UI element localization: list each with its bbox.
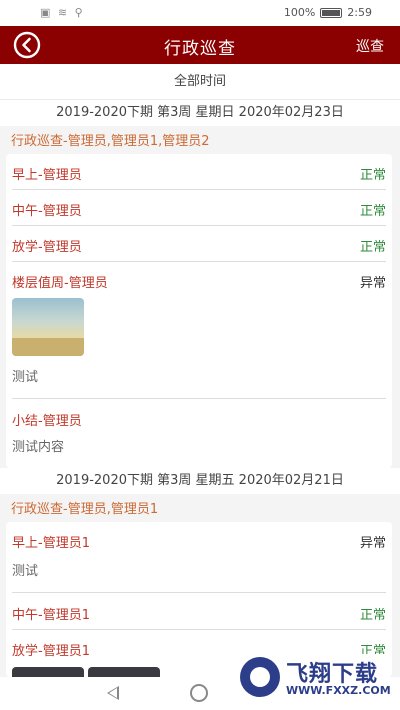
list-item[interactable]: 早上-管理员 正常 — [12, 154, 386, 190]
item-label: 中午-管理员 — [12, 204, 82, 219]
page-title: 行政巡查 — [164, 39, 236, 59]
photo-thumbnail[interactable] — [12, 298, 84, 356]
item-label: 放学-管理员 — [12, 240, 82, 255]
list-item[interactable]: 小结-管理员 — [12, 400, 386, 436]
battery-percent: 100% — [283, 6, 316, 19]
status-bar: ▣ ≋ ⚲ 100% 2:59 — [0, 0, 400, 26]
battery-icon — [320, 7, 343, 18]
watermark-logo-icon — [240, 657, 280, 697]
list-item[interactable]: 楼层值周-管理员 异常 — [12, 262, 386, 298]
group-title: 行政巡查-管理员,管理员1,管理员2 — [0, 130, 400, 154]
item-note: 测试 — [12, 564, 39, 579]
status-badge: 正常 — [359, 608, 386, 623]
app-bar: 行政巡查 巡查 — [0, 26, 400, 64]
date-header: 2019-2020下期 第3周 星期日 2020年02月23日 — [0, 100, 400, 126]
item-label: 放学-管理员1 — [12, 644, 90, 659]
watermark: 飞翔下载 WWW.FXXZ.COM — [236, 654, 391, 700]
item-label: 早上-管理员1 — [12, 536, 90, 551]
inspect-button[interactable]: 巡查 — [356, 36, 384, 56]
photo-thumbnail[interactable] — [12, 667, 84, 677]
list-item[interactable]: 中午-管理员1 正常 — [12, 594, 386, 630]
inspection-card: 早上-管理员 正常 中午-管理员 正常 放学-管理员 正常 楼层值周-管理员 异… — [6, 154, 392, 468]
status-badge: 异常 — [359, 276, 386, 291]
status-right: 100% 2:59 — [284, 6, 372, 19]
item-label: 楼层值周-管理员 — [12, 276, 108, 291]
date-header: 2019-2020下期 第3周 星期五 2020年02月21日 — [0, 468, 400, 494]
status-badge: 正常 — [359, 240, 386, 255]
time-filter[interactable]: 全部时间 — [0, 64, 400, 100]
status-icons: ▣ ≋ ⚲ — [40, 6, 85, 19]
list-item[interactable]: 中午-管理员 正常 — [12, 190, 386, 226]
item-label: 小结-管理员 — [12, 414, 82, 429]
clock: 2:59 — [347, 6, 372, 19]
item-note: 测试内容 — [12, 440, 65, 455]
item-label: 早上-管理员 — [12, 168, 82, 183]
status-badge: 正常 — [359, 204, 386, 219]
list-item[interactable]: 放学-管理员 正常 — [12, 226, 386, 262]
item-label: 中午-管理员1 — [12, 608, 90, 623]
watermark-url: WWW.FXXZ.COM — [286, 684, 391, 697]
photo-thumbnail[interactable] — [88, 667, 160, 677]
nav-home-icon[interactable] — [190, 684, 208, 702]
divider — [12, 398, 386, 399]
photo-ground — [12, 338, 84, 356]
status-badge: 异常 — [359, 536, 386, 551]
list-item[interactable]: 早上-管理员1 异常 — [12, 522, 386, 558]
nav-back-icon[interactable] — [107, 686, 119, 700]
group-title: 行政巡查-管理员,管理员1 — [0, 498, 400, 522]
divider — [12, 592, 386, 593]
item-note: 测试 — [12, 370, 39, 385]
status-badge: 正常 — [359, 168, 386, 183]
